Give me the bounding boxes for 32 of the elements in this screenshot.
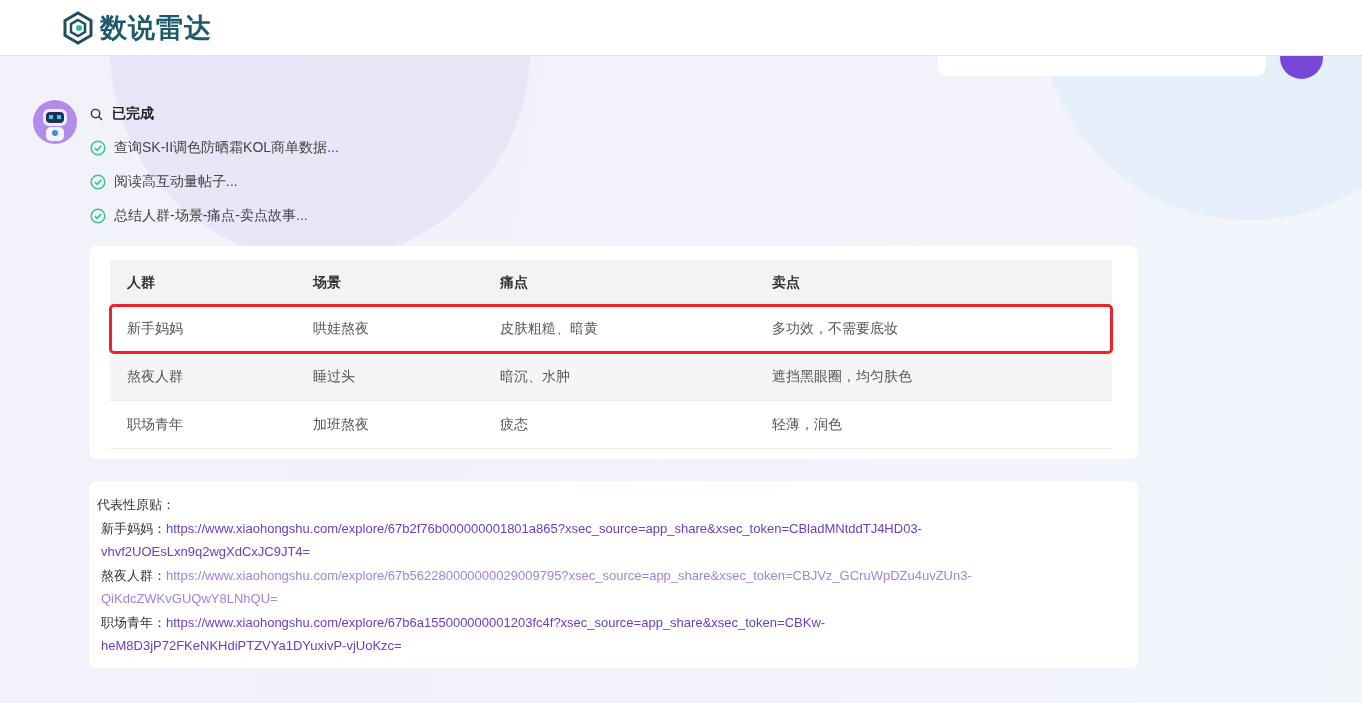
post-link[interactable]: https://www.xiaohongshu.com/explore/67b2f76b000000001801a865?xsec_source=app_share&xsec_token=CBladMNtddTJ4HD03- — [166, 520, 922, 536]
post-label: 新手妈妈： — [101, 520, 166, 536]
table-cell: 职场青年 — [110, 400, 296, 449]
posts-title: 代表性原贴： — [97, 496, 176, 514]
post-link[interactable]: https://www.xiaohongshu.com/explore/67b6a155000000001203fc4f?xsec_source=app_share&xsec_token=CBKw- — [166, 614, 826, 630]
table-cell: 睡过头 — [296, 352, 483, 401]
table-cell: 新手妈妈 — [110, 305, 296, 353]
robot-avatar — [33, 100, 77, 144]
post-label: 职场青年： — [101, 614, 166, 630]
step-text: 阅读高互动量帖子... — [114, 173, 238, 191]
table-cell: 轻薄，润色 — [755, 400, 1112, 449]
search-icon — [90, 107, 103, 121]
table-cell: 暗沉、水肿 — [483, 352, 755, 401]
step-text: 查询SK-II调色防晒霜KOL商单数据... — [114, 139, 339, 157]
table-cell: 哄娃熬夜 — [296, 305, 483, 353]
status-title: 已完成 — [112, 105, 154, 123]
column-header: 痛点 — [483, 260, 755, 305]
post-link[interactable]: heM8D3jP72FKeNKHdiPTZVYa1DYuxivP-vjUoKzc= — [101, 638, 402, 653]
table-cell: 加班熬夜 — [296, 400, 483, 449]
column-header: 卖点 — [755, 260, 1112, 305]
table-cell: 遮挡黑眼圈，均匀肤色 — [755, 352, 1112, 401]
table-cell: 多功效，不需要底妆 — [755, 305, 1112, 353]
column-header: 人群 — [110, 260, 296, 305]
table-cell: 熬夜人群 — [110, 352, 296, 401]
hexagon-logo-icon — [62, 10, 94, 45]
post-link[interactable]: vhvf2UOEsLxn9q2wgXdCxJC9JT4= — [101, 544, 311, 559]
post-label: 熬夜人群： — [101, 567, 166, 583]
logo-text: 数说雷达 — [100, 11, 212, 45]
table-cell: 皮肤粗糙、暗黄 — [483, 305, 755, 353]
table-cell: 疲态 — [483, 400, 755, 449]
step-text: 总结人群-场景-痛点-卖点故事... — [114, 207, 308, 225]
column-header: 场景 — [296, 260, 483, 305]
